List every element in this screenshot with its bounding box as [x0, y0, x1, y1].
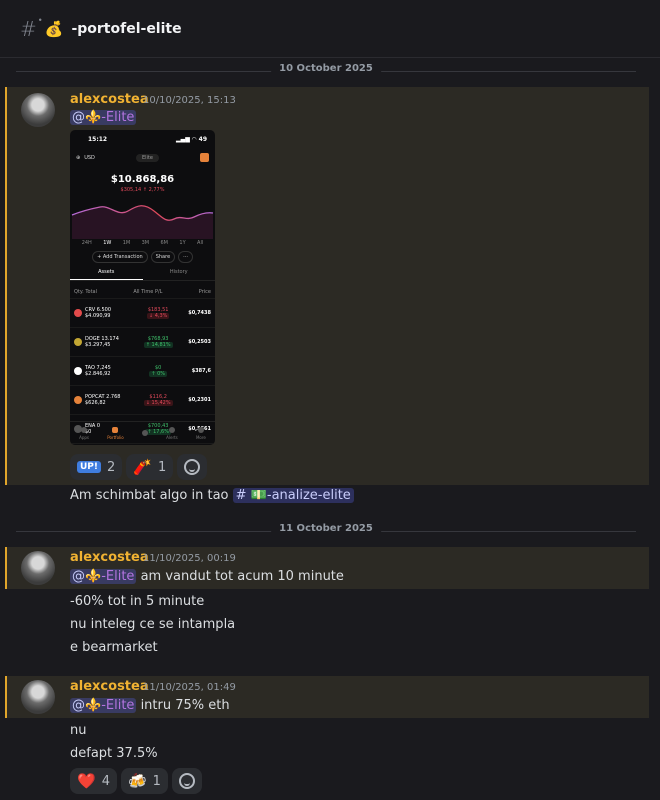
fleur-de-lis-icon: ⚜️: [85, 569, 102, 584]
timestamp: 10/10/2025, 15:13: [143, 95, 236, 106]
add-reaction-button[interactable]: [171, 768, 202, 794]
message-content: nu inteleg ce se intampla: [70, 617, 236, 632]
message-content: nu: [70, 723, 87, 738]
role-mention[interactable]: @⚜️-Elite: [70, 110, 137, 125]
app-icon: [200, 153, 209, 162]
fleur-de-lis-icon: ⚜️: [85, 110, 102, 125]
coin-icon: [74, 367, 82, 375]
reaction-firecracker[interactable]: 🧨 1: [126, 454, 174, 480]
date-divider: 10 October 2025: [16, 63, 636, 74]
avatar[interactable]: [21, 680, 55, 714]
firecracker-icon: 🧨: [133, 458, 152, 476]
channel-header: # • 💰 -portofel-elite: [0, 0, 660, 58]
coin-icon: [74, 396, 82, 404]
fleur-de-lis-icon: ⚜️: [85, 698, 102, 713]
reactions: ❤️ 4 🍻 1: [70, 768, 202, 794]
channel-mention[interactable]: # 💵-analize-elite: [232, 488, 354, 503]
image-attachment[interactable]: 15:12 ▂▄▆ ◠ 49 ⊕ USD Elite $10.868,86 $305…: [70, 130, 215, 445]
phone-nav: Apps Portfolio Alerts More: [70, 421, 215, 445]
date-divider: 11 October 2025: [16, 523, 636, 534]
asset-row: TAO 7,245 $2.846,92 $0 ↑ 0% $387,6: [70, 356, 215, 385]
role-mention[interactable]: @⚜️-Elite: [70, 569, 137, 584]
smiley-icon: [178, 773, 195, 789]
message-content: @⚜️-Elite intru 75% eth: [70, 698, 230, 713]
beers-icon: 🍻: [127, 772, 147, 790]
message-content: defapt 37.5%: [70, 746, 158, 761]
coin-icon: [74, 338, 82, 346]
timestamp: 11/10/2025, 00:19: [143, 553, 236, 564]
channel-name[interactable]: -portofel-elite: [71, 21, 181, 37]
portfolio-balance: $10.868,86: [110, 174, 175, 185]
banknote-icon: 💵: [250, 488, 267, 503]
plus-icon: ⊕: [76, 154, 81, 161]
message-content: @⚜️-Elite: [70, 110, 137, 125]
asset-row: CRV 6.500 $4.090,99 $183,51 ↓ 4,3% $0,7438: [70, 298, 215, 327]
reaction-heart[interactable]: ❤️ 4: [70, 768, 117, 794]
portfolio-chart: [71, 205, 214, 239]
reactions: UP! 2 🧨 1: [70, 454, 208, 480]
phone-status-bar: 15:12 ▂▄▆ ◠ 49: [88, 136, 207, 143]
heart-icon: ❤️: [77, 772, 96, 790]
username[interactable]: alexcostea: [70, 679, 149, 694]
message-content: @⚜️-Elite am vandut tot acum 10 minute: [70, 569, 344, 584]
reaction-up[interactable]: UP! 2: [70, 454, 123, 480]
avatar[interactable]: [21, 551, 55, 585]
add-reaction-button[interactable]: [177, 454, 208, 480]
asset-row: POPCAT 2.768 $626,82 $116,2 ↓ 15,42% $0,2301: [70, 385, 215, 414]
username[interactable]: alexcostea: [70, 92, 149, 107]
username[interactable]: alexcostea: [70, 550, 149, 565]
smiley-icon: [184, 459, 201, 475]
coin-icon: [74, 309, 82, 317]
up-icon: UP!: [77, 461, 102, 473]
moneybag-icon: 💰: [44, 19, 64, 38]
role-mention[interactable]: @⚜️-Elite: [70, 698, 137, 713]
message-content: e bearmarket: [70, 640, 158, 655]
avatar[interactable]: [21, 93, 55, 127]
message-content: Am schimbat algo in tao # 💵-analize-elit…: [70, 488, 354, 503]
message-content: -60% tot in 5 minute: [70, 594, 205, 609]
reaction-beers[interactable]: 🍻 1: [120, 768, 168, 794]
channel-hash-icon: # •: [20, 15, 42, 41]
timestamp: 11/10/2025, 01:49: [143, 682, 236, 693]
asset-row: DOGE 13.174 $3.297,45 $768,93 ↑ 14,81% $0,25…: [70, 327, 215, 356]
